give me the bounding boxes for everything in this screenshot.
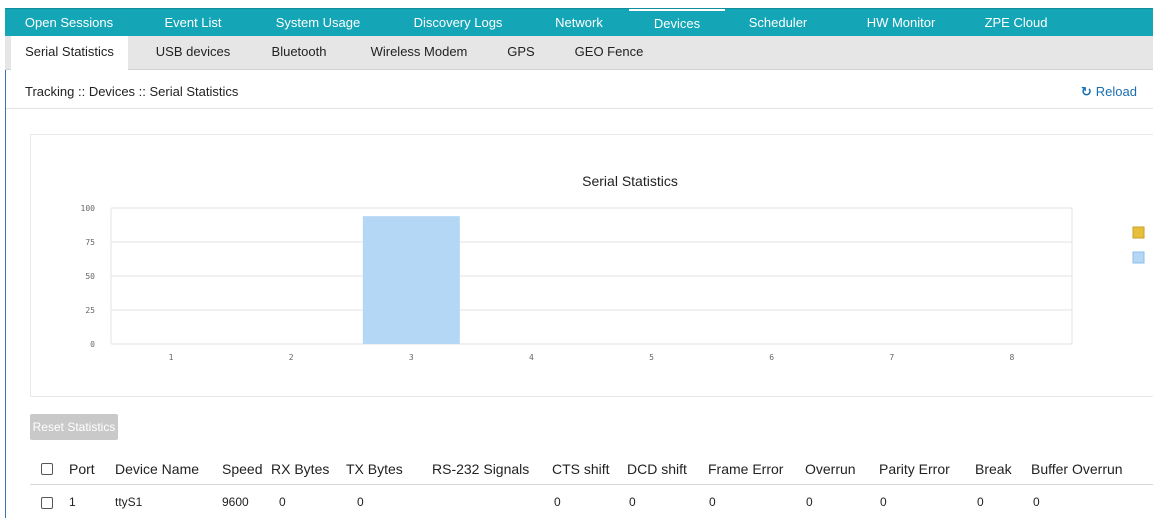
top-nav: Open Sessions Event List System Usage Di…	[5, 8, 1153, 36]
x-tick-label: 3	[409, 353, 414, 362]
divider	[6, 108, 1153, 109]
chart-bars	[362, 216, 460, 344]
subtab-serial-statistics[interactable]: Serial Statistics	[11, 36, 128, 70]
cell-device-name: ttyS1	[115, 495, 143, 509]
col-parity-error[interactable]: Parity Error	[879, 461, 950, 477]
legend-swatch	[1132, 226, 1145, 239]
table-row[interactable]: 1 ttyS1 9600 0 0 0 0 0 0 0 0 0	[30, 487, 1153, 517]
subtab-gps[interactable]: GPS	[498, 36, 544, 70]
col-break[interactable]: Break	[975, 461, 1012, 477]
tab-hw-monitor[interactable]: HW Monitor	[856, 9, 946, 37]
table-header: Port Device Name Speed RX Bytes TX Bytes…	[30, 455, 1153, 485]
chart-title: Serial Statistics	[582, 173, 678, 189]
tab-event-list[interactable]: Event List	[148, 9, 238, 37]
cell-cts-shift: 0	[554, 495, 561, 509]
reset-statistics-button[interactable]: Reset Statistics	[30, 414, 118, 440]
col-dcd-shift[interactable]: DCD shift	[627, 461, 687, 477]
serial-statistics-chart: Serial Statistics 0 25 50 75 100 1 2 3 4 5 6 7 8	[81, 173, 1145, 362]
reload-button[interactable]: ↻ Reload	[1081, 84, 1137, 100]
sub-nav: Serial Statistics USB devices Bluetooth …	[5, 36, 1153, 70]
col-tx-bytes[interactable]: TX Bytes	[346, 461, 403, 477]
legend-swatch	[1132, 251, 1145, 264]
select-all-checkbox[interactable]	[41, 463, 53, 475]
cell-port: 1	[69, 495, 76, 509]
x-tick-label: 8	[1010, 353, 1015, 362]
y-tick-label: 50	[85, 272, 95, 281]
chart-y-ticks: 0 25 50 75 100	[81, 204, 96, 349]
x-tick-label: 7	[889, 353, 894, 362]
tab-network[interactable]: Network	[539, 9, 619, 37]
breadcrumb: Tracking :: Devices :: Serial Statistics	[25, 84, 239, 99]
frame-border	[5, 8, 6, 518]
x-tick-label: 4	[529, 353, 534, 362]
tab-open-sessions[interactable]: Open Sessions	[13, 9, 125, 37]
tab-discovery-logs[interactable]: Discovery Logs	[397, 9, 519, 37]
y-tick-label: 75	[85, 238, 95, 247]
x-tick-label: 2	[289, 353, 294, 362]
tab-system-usage[interactable]: System Usage	[263, 9, 373, 37]
y-tick-label: 100	[81, 204, 96, 213]
x-tick-label: 6	[769, 353, 774, 362]
cell-frame-error: 0	[709, 495, 716, 509]
y-tick-label: 0	[90, 340, 95, 349]
col-rx-bytes[interactable]: RX Bytes	[271, 461, 329, 477]
cell-overrun: 0	[806, 495, 813, 509]
chart-x-ticks: 1 2 3 4 5 6 7 8	[169, 353, 1015, 362]
y-tick-label: 25	[85, 306, 95, 315]
row-checkbox[interactable]	[41, 497, 53, 509]
subtab-usb-devices[interactable]: USB devices	[145, 36, 241, 70]
cell-break: 0	[977, 495, 984, 509]
cell-buffer-overrun: 0	[1033, 495, 1040, 509]
col-overrun[interactable]: Overrun	[805, 461, 856, 477]
col-device-name[interactable]: Device Name	[115, 461, 199, 477]
cell-rx-bytes: 0	[279, 495, 286, 509]
cell-dcd-shift: 0	[629, 495, 636, 509]
col-frame-error[interactable]: Frame Error	[708, 461, 783, 477]
subtab-wireless-modem[interactable]: Wireless Modem	[364, 36, 474, 70]
tab-scheduler[interactable]: Scheduler	[738, 9, 818, 37]
chart-legend	[1132, 226, 1145, 264]
refresh-icon: ↻	[1080, 84, 1092, 99]
cell-parity-error: 0	[880, 495, 887, 509]
col-buffer-overrun[interactable]: Buffer Overrun	[1031, 461, 1123, 477]
bar-3-series-2	[362, 216, 460, 344]
chart-grid	[110, 207, 1073, 345]
subtab-bluetooth[interactable]: Bluetooth	[259, 36, 339, 70]
tab-devices[interactable]: Devices	[629, 9, 725, 37]
subtab-geo-fence[interactable]: GEO Fence	[567, 36, 651, 70]
col-port[interactable]: Port	[69, 461, 95, 477]
reload-label: Reload	[1095, 84, 1137, 99]
col-rs232-signals[interactable]: RS-232 Signals	[432, 461, 529, 477]
cell-tx-bytes: 0	[357, 495, 364, 509]
col-speed[interactable]: Speed	[222, 461, 262, 477]
x-tick-label: 5	[649, 353, 654, 362]
tab-zpe-cloud[interactable]: ZPE Cloud	[976, 9, 1056, 37]
col-cts-shift[interactable]: CTS shift	[552, 461, 610, 477]
cell-speed: 9600	[222, 495, 249, 509]
x-tick-label: 1	[169, 353, 174, 362]
